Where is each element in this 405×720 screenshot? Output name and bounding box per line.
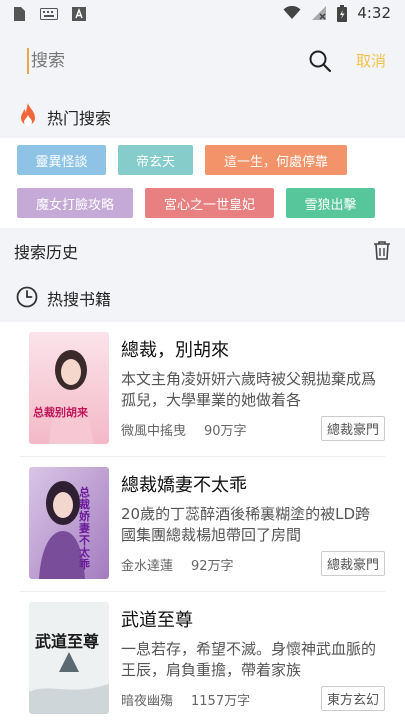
book-title: 總裁，別胡來 (121, 340, 229, 361)
book-genre-badge: 總裁豪門 (320, 416, 385, 441)
hot-tag[interactable]: 雪狼出擊 (286, 188, 375, 218)
hot-search-tags: 靈異怪談 帝玄天 這一生，何處停靠 魔女打臉攻略 宮心之一世皇妃 雪狼出擊 (0, 138, 405, 228)
search-history-title: 搜索历史 (14, 243, 79, 262)
hot-search-header: 热门搜索 (0, 94, 405, 138)
font-icon (72, 7, 86, 21)
clock-icon (16, 286, 38, 308)
book-genre-badge: 東方玄幻 (320, 686, 385, 711)
book-author: 暗夜幽殤 (121, 694, 174, 709)
wifi-icon (283, 6, 301, 19)
trash-icon[interactable] (373, 240, 391, 260)
flame-icon (21, 103, 35, 126)
hot-tag[interactable]: 帝玄天 (118, 145, 193, 175)
hot-search-title: 热门搜索 (47, 109, 112, 128)
keyboard-icon (40, 8, 58, 20)
book-author: 微風中搖曳 (121, 424, 187, 439)
sim-card-icon (14, 7, 25, 21)
search-history-header: 搜索历史 (0, 228, 405, 272)
search-input[interactable] (27, 48, 297, 74)
cover-title: 总裁娇妻不太乖 (79, 486, 90, 571)
search-icon[interactable] (307, 48, 333, 74)
book-genre-badge: 總裁豪門 (320, 551, 385, 576)
hot-books-title: 热搜书籍 (47, 290, 112, 309)
book-word-count: 92万字 (191, 559, 234, 574)
hot-tag[interactable]: 魔女打臉攻略 (17, 188, 133, 218)
book-item[interactable]: 武道至尊 武道至尊 一息若存，希望不滅。身懷神武血脈的王辰，肩負重擔，帶着家族 … (0, 592, 405, 720)
book-title: 武道至尊 (121, 610, 193, 631)
book-description: 一息若存，希望不滅。身懷神武血脈的王辰，肩負重擔，帶着家族 (121, 640, 377, 679)
book-cover: 总裁娇妻不太乖 (29, 467, 109, 579)
book-item[interactable]: 总裁别胡来 總裁，別胡來 本文主角凌妍妍六歲時被父親拋棄成爲孤兒，大學畢業的她做… (0, 322, 405, 456)
book-word-count: 90万字 (204, 424, 247, 439)
battery-icon (337, 4, 348, 22)
hot-tag[interactable]: 靈異怪談 (17, 145, 106, 175)
cancel-button[interactable]: 取消 (356, 50, 386, 71)
book-author: 金水達蓮 (121, 559, 174, 574)
status-time: 4:32 (357, 4, 391, 22)
cover-title: 总裁别胡来 (33, 406, 88, 419)
book-list: 总裁别胡来 總裁，別胡來 本文主角凌妍妍六歲時被父親拋棄成爲孤兒，大學畢業的她做… (0, 322, 405, 720)
book-word-count: 1157万字 (191, 694, 251, 709)
book-description: 20歲的丁蕊醉酒後稀裏糊塗的被LD跨國集團總裁楊旭帶回了房間 (121, 505, 370, 544)
search-bar: 取消 (0, 28, 405, 94)
cover-title: 武道至尊 (35, 632, 100, 651)
book-cover: 总裁别胡来 (29, 332, 109, 444)
hot-books-header: 热搜书籍 (0, 272, 405, 322)
book-title: 總裁嬌妻不太乖 (121, 475, 247, 496)
book-cover: 武道至尊 (29, 602, 109, 714)
hot-tag[interactable]: 宮心之一世皇妃 (145, 188, 274, 218)
hot-tag[interactable]: 這一生，何處停靠 (205, 145, 347, 175)
no-signal-icon (312, 6, 327, 20)
book-description: 本文主角凌妍妍六歲時被父親拋棄成爲孤兒，大學畢業的她做着各 (121, 370, 377, 409)
status-bar: 4:32 (0, 0, 405, 28)
book-item[interactable]: 总裁娇妻不太乖 總裁嬌妻不太乖 20歲的丁蕊醉酒後稀裏糊塗的被LD跨國集團總裁楊… (0, 457, 405, 591)
